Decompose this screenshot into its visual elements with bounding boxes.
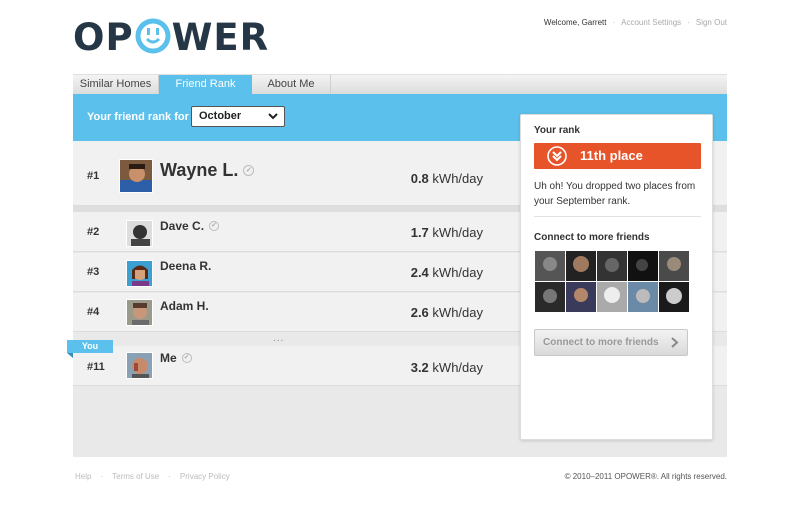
copyright: © 2010–2011 OPOWER®. All rights reserved… (564, 472, 727, 481)
double-chevron-down-icon (547, 146, 567, 166)
friend-thumb[interactable] (535, 251, 565, 281)
usage-unit: kWh/day (432, 171, 483, 186)
friend-thumb[interactable] (597, 282, 627, 312)
friend-name-text: Deena R. (160, 259, 212, 273)
friend-thumb[interactable] (566, 251, 596, 281)
friend-name-text: Adam H. (160, 299, 209, 313)
usage-number: 2.6 (410, 305, 429, 320)
usage-unit: kWh/day (432, 360, 483, 375)
usage-value: 0.8 kWh/day (411, 171, 483, 186)
chevron-right-icon (671, 337, 679, 348)
friend-name-text: Wayne L. (160, 160, 239, 180)
usage-number: 0.8 (410, 171, 429, 186)
tab-about-me[interactable]: About Me (252, 75, 331, 95)
month-select-value: October (199, 110, 242, 122)
rank-number: #2 (87, 226, 100, 238)
friend-thumb[interactable] (597, 251, 627, 281)
rank-period-label: Your friend rank for (87, 111, 189, 123)
friend-name-text: Dave C. (160, 219, 205, 233)
avatar (126, 299, 153, 326)
usage-unit: kWh/day (432, 225, 483, 240)
friend-thumb[interactable] (659, 251, 689, 281)
avatar (119, 159, 153, 193)
footer-links: Help · Terms of Use · Privacy Policy (75, 472, 230, 481)
friend-name-text: Me (160, 351, 177, 365)
nav-separator: · (612, 18, 616, 27)
avatar (126, 260, 153, 287)
footer-separator: · (100, 472, 104, 481)
connect-title: Connect to more friends (534, 232, 650, 243)
panel-divider (534, 216, 701, 217)
rank-number: #11 (87, 361, 105, 373)
verified-check-icon: ✓ (243, 165, 255, 176)
usage-value: 1.7 kWh/day (411, 225, 483, 240)
welcome-text: Welcome, Garrett (543, 18, 607, 27)
account-settings-link[interactable]: Account Settings (621, 18, 681, 27)
verified-check-icon: ✓ (209, 221, 220, 231)
nav-separator: · (687, 18, 690, 27)
avatar (126, 220, 153, 247)
friend-name: Wayne L. ✓ (160, 160, 255, 181)
place-text: 11th place (580, 148, 643, 163)
place-badge: 11th place (534, 143, 701, 169)
friend-thumb[interactable] (535, 282, 565, 312)
verified-check-icon: ✓ (181, 353, 192, 363)
friend-name: Dave C. ✓ (160, 219, 220, 233)
rank-number: #1 (87, 170, 100, 182)
friend-thumb[interactable] (628, 251, 658, 281)
usage-value: 2.4 kWh/day (411, 265, 483, 280)
rank-number: #3 (87, 266, 100, 278)
rank-change-message: Uh oh! You dropped two places from your … (534, 181, 696, 207)
connect-button-label: Connect to more friends (543, 337, 659, 348)
opower-logo[interactable]: OP WER (73, 18, 269, 58)
usage-number: 3.2 (410, 360, 429, 375)
usage-unit: kWh/day (432, 305, 483, 320)
sign-out-link[interactable]: Sign Out (696, 18, 727, 27)
usage-value: 2.6 kWh/day (411, 305, 483, 320)
logo-text-right: WER (171, 16, 270, 59)
logo-text-left: OP (73, 16, 134, 59)
month-select[interactable]: October (191, 106, 285, 127)
you-flag: You (67, 340, 113, 358)
your-rank-panel: Your rank 11th place Uh oh! You dropped … (520, 114, 713, 440)
usage-value: 3.2 kWh/day (411, 360, 483, 375)
friend-thumb[interactable] (628, 282, 658, 312)
footer-separator: · (168, 472, 171, 481)
avatar (126, 352, 153, 379)
terms-link[interactable]: Terms of Use (112, 472, 159, 481)
friend-name: Deena R. (160, 259, 211, 273)
chevron-down-icon (268, 113, 278, 120)
tab-friend-rank[interactable]: Friend Rank (159, 75, 252, 95)
top-nav: Welcome, Garrett · Account Settings · Si… (544, 18, 727, 27)
tab-similar-homes[interactable]: Similar Homes (73, 75, 159, 95)
usage-unit: kWh/day (432, 265, 483, 280)
ellipsis: ... (273, 333, 285, 344)
help-link[interactable]: Help (75, 472, 91, 481)
friend-thumb[interactable] (659, 282, 689, 312)
outlet-icon (135, 18, 171, 54)
usage-number: 2.4 (410, 265, 429, 280)
friend-name: Adam H. (160, 299, 209, 313)
tab-bar: Similar Homes Friend Rank About Me (73, 74, 727, 95)
usage-number: 1.7 (410, 225, 429, 240)
friend-thumb[interactable] (566, 282, 596, 312)
rank-number: #4 (87, 306, 100, 318)
friends-grid (535, 251, 690, 312)
your-rank-title: Your rank (534, 125, 580, 136)
connect-friends-button[interactable]: Connect to more friends (534, 329, 688, 356)
friend-name: Me ✓ (160, 351, 192, 365)
privacy-link[interactable]: Privacy Policy (180, 472, 230, 481)
